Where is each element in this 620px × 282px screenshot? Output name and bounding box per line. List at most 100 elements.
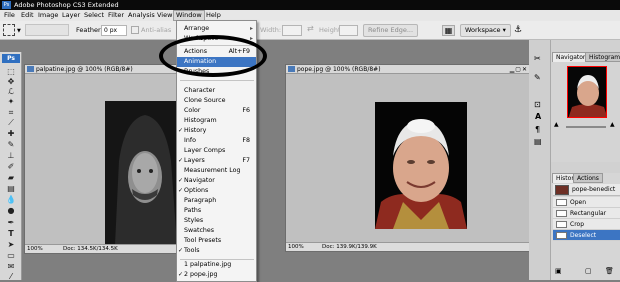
slice-tool-icon[interactable]: ⟋ xyxy=(4,118,18,127)
zoom-out-icon[interactable]: ▲ xyxy=(554,121,559,128)
zoom-level[interactable]: 100% xyxy=(288,244,304,250)
menu-item-document-2[interactable]: 2 pope.jpg xyxy=(177,270,256,280)
height-input[interactable] xyxy=(339,25,358,36)
move-tool-icon[interactable]: ✥ xyxy=(4,77,18,86)
magic-wand-tool-icon[interactable]: ✦ xyxy=(4,97,18,106)
menu-item-layer-comps[interactable]: Layer Comps xyxy=(177,146,256,156)
brush-tool-icon[interactable]: ✎ xyxy=(4,140,18,149)
selection-mode-icons[interactable] xyxy=(25,24,69,36)
title-bar: Adobe Photoshop CS3 Extended xyxy=(0,0,620,10)
gradient-tool-icon[interactable]: ▤ xyxy=(4,184,18,193)
collapsed-panel-strip: ✂ ✎ ⊡ A ¶ ▤ xyxy=(529,40,551,280)
tab-actions[interactable]: Actions xyxy=(573,173,603,183)
brush-icon[interactable]: ✎ xyxy=(534,73,541,82)
window-title: Adobe Photoshop CS3 Extended xyxy=(14,1,119,9)
menu-select[interactable]: Select xyxy=(82,10,106,21)
menu-item-document-1[interactable]: 1 palpatine.jpg xyxy=(177,260,256,270)
doc-size[interactable]: Doc: 139.9K/139.9K xyxy=(322,243,377,252)
pen-tool-icon[interactable]: ✒ xyxy=(4,218,18,227)
menu-item-histogram[interactable]: Histogram xyxy=(177,116,256,126)
paragraph-icon[interactable]: ¶ xyxy=(535,125,540,134)
menu-layer[interactable]: Layer xyxy=(60,10,82,21)
history-row[interactable]: Rectangular Mar... xyxy=(553,208,620,228)
menu-item-navigator[interactable]: Navigator xyxy=(177,176,256,186)
toolbox: Ps ⬚ ✥ ℒ ✦ ⌗ ⟋ ✚ ✎ ⊥ ✐ ▰ ▤ 💧 ● ✒ T ➤ ▭ ✉… xyxy=(0,52,22,281)
zoom-track[interactable] xyxy=(566,126,606,128)
history-row[interactable]: Open xyxy=(553,197,620,208)
tab-histogram[interactable]: Histogram xyxy=(585,52,620,62)
menu-item-character[interactable]: Character xyxy=(177,86,256,96)
eraser-tool-icon[interactable]: ▰ xyxy=(4,173,18,182)
app-icon: Ps xyxy=(2,1,11,9)
menu-image[interactable]: Image xyxy=(36,10,60,21)
menu-item-clone-source[interactable]: Clone Source xyxy=(177,96,256,106)
document-title-bar[interactable]: palpatine.jpg @ 100% (RGB/8#) xyxy=(25,65,178,74)
width-input[interactable] xyxy=(282,25,302,36)
menu-item-measurement-log[interactable]: Measurement Log xyxy=(177,166,256,176)
bridge-icon[interactable]: ⚓ xyxy=(514,25,522,35)
character-icon[interactable]: A xyxy=(535,112,541,121)
menu-item-paths[interactable]: Paths xyxy=(177,206,256,216)
menu-item-layers[interactable]: Layers F7 xyxy=(177,156,256,166)
menu-item-styles[interactable]: Styles xyxy=(177,216,256,226)
history-brush-tool-icon[interactable]: ✐ xyxy=(4,162,18,171)
menu-item-info[interactable]: Info F8 xyxy=(177,136,256,146)
layer-comps-icon[interactable]: ▤ xyxy=(534,137,542,146)
menu-item-arrange[interactable]: Arrange xyxy=(177,24,256,34)
menu-item-swatches[interactable]: Swatches xyxy=(177,226,256,236)
swap-icon[interactable]: ⇄ xyxy=(307,24,314,33)
feather-input[interactable]: 0 px xyxy=(101,25,127,36)
type-tool-icon[interactable]: T xyxy=(4,229,18,238)
marquee-tool-icon[interactable] xyxy=(3,24,15,36)
clone-stamp-tool-icon[interactable]: ⊥ xyxy=(4,151,18,160)
workspace-button[interactable]: Workspace ▾ xyxy=(460,24,511,37)
menu-item-history[interactable]: History xyxy=(177,126,256,136)
menu-analysis[interactable]: Analysis xyxy=(126,10,157,21)
history-row-selected[interactable]: Deselect xyxy=(553,230,620,241)
chevron-down-icon[interactable]: ▼ xyxy=(17,28,21,34)
navigator-thumbnail[interactable] xyxy=(567,66,607,118)
healing-brush-tool-icon[interactable]: ✚ xyxy=(4,129,18,138)
antialias-checkbox[interactable] xyxy=(131,26,139,34)
menu-file[interactable]: File xyxy=(2,10,17,21)
zoom-level[interactable]: 100% xyxy=(27,246,43,252)
marquee-tool-icon[interactable]: ⬚ xyxy=(4,67,18,76)
trash-icon[interactable]: 🗑 xyxy=(605,267,614,275)
menu-filter[interactable]: Filter xyxy=(106,10,126,21)
navigator-zoom-slider[interactable]: ▲ ▲ xyxy=(554,121,618,131)
menu-item-color[interactable]: Color F6 xyxy=(177,106,256,116)
notes-tool-icon[interactable]: ✉ xyxy=(4,262,18,271)
clone-icon[interactable]: ⊡ xyxy=(534,100,541,109)
document-window-pope[interactable]: pope.jpg @ 100% (RGB/8#) ▁▢✕ 100% Doc: 1… xyxy=(285,64,531,252)
lasso-tool-icon[interactable]: ℒ xyxy=(4,87,18,96)
refine-edge-button[interactable]: Refine Edge... xyxy=(363,24,419,37)
new-document-icon[interactable]: ▢ xyxy=(585,267,592,275)
path-selection-tool-icon[interactable]: ➤ xyxy=(4,240,18,249)
document-title-bar[interactable]: pope.jpg @ 100% (RGB/8#) ▁▢✕ xyxy=(286,65,530,74)
doc-size[interactable]: Doc: 134.5K/134.5K xyxy=(63,245,118,254)
workspace-label: Workspace xyxy=(465,26,501,34)
document-window-palpatine[interactable]: palpatine.jpg @ 100% (RGB/8#) 100% Doc: … xyxy=(24,64,180,254)
document-icon xyxy=(27,66,34,72)
tools-icon[interactable]: ✂ xyxy=(534,54,541,63)
menu-edit[interactable]: Edit xyxy=(19,10,36,21)
menu-item-options[interactable]: Options xyxy=(177,186,256,196)
zoom-in-icon[interactable]: ▲ xyxy=(610,121,615,128)
blur-tool-icon[interactable]: 💧 xyxy=(4,195,18,204)
brushes-palette-icon[interactable]: ▦ xyxy=(442,25,455,36)
menu-item-tools[interactable]: Tools xyxy=(177,246,256,256)
menu-item-tool-presets[interactable]: Tool Presets xyxy=(177,236,256,246)
shape-tool-icon[interactable]: ▭ xyxy=(4,251,18,260)
history-row[interactable]: Crop xyxy=(553,219,620,230)
menu-item-paragraph[interactable]: Paragraph xyxy=(177,196,256,206)
history-step-icon xyxy=(556,199,567,206)
window-buttons[interactable]: ▁▢✕ xyxy=(510,66,528,73)
history-step-icon xyxy=(556,232,567,239)
tab-navigator[interactable]: Navigator xyxy=(552,52,590,62)
history-snapshot[interactable]: pope-benedict xyxy=(553,184,620,196)
menu-view[interactable]: View xyxy=(155,10,174,21)
crop-tool-icon[interactable]: ⌗ xyxy=(4,108,18,117)
dodge-tool-icon[interactable]: ● xyxy=(4,206,18,215)
antialias-label: Anti-alias xyxy=(141,26,172,34)
new-snapshot-icon[interactable]: ▣ xyxy=(555,267,562,275)
